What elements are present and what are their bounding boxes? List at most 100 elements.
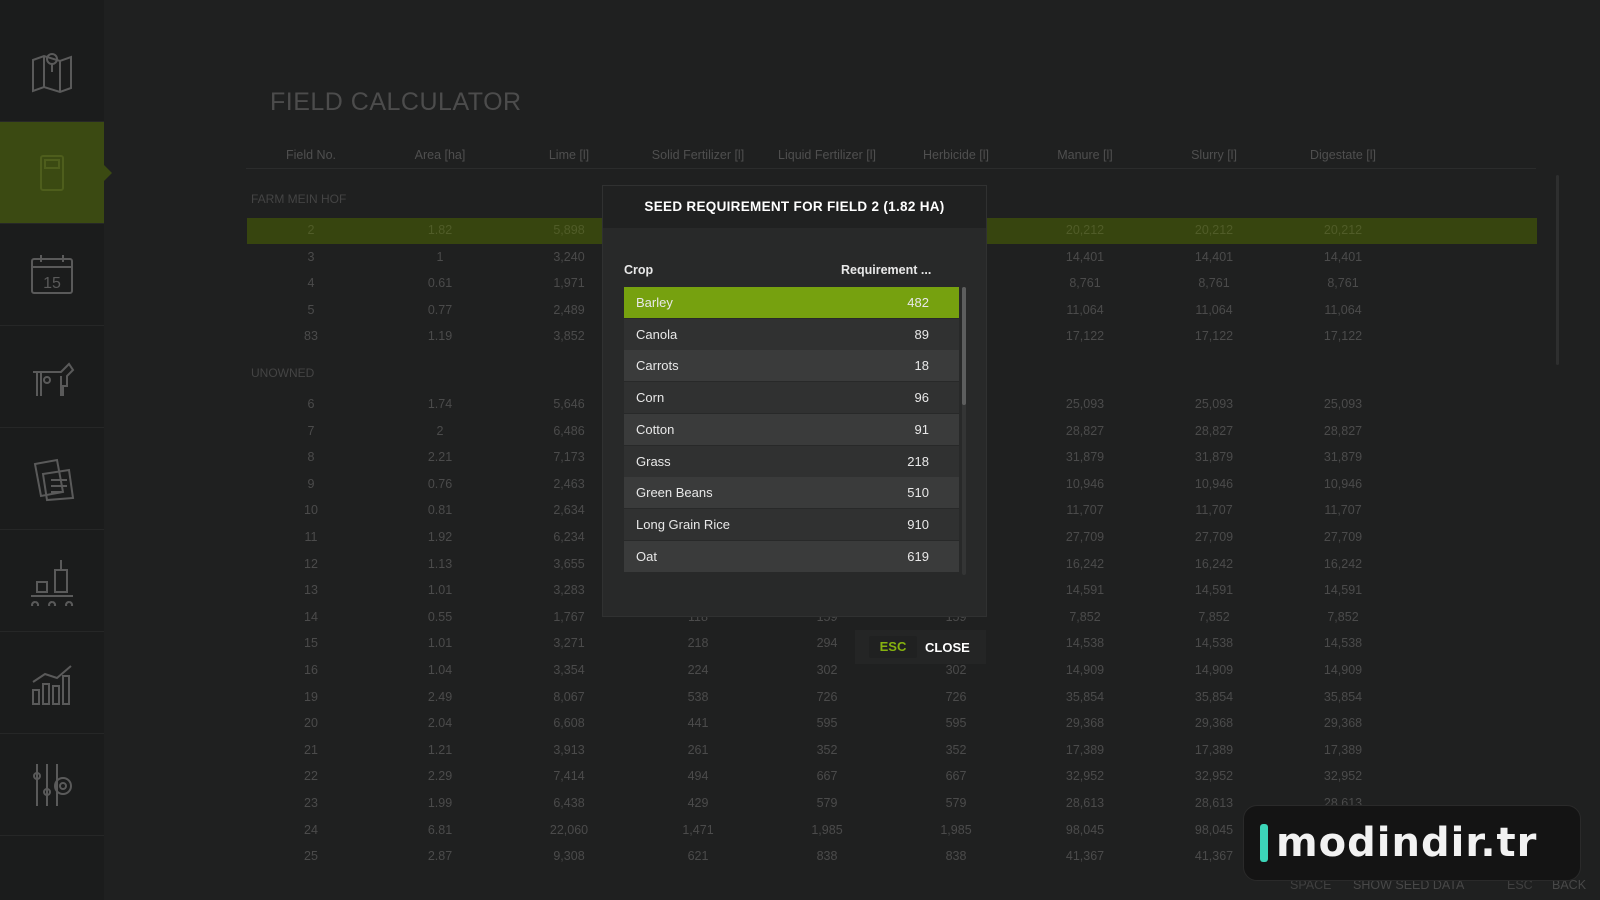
- crop-requirement: 96: [914, 390, 929, 406]
- table-cell: 20,212: [1194, 223, 1234, 237]
- table-cell: 31,879: [1323, 450, 1363, 465]
- calendar-icon: 15: [31, 254, 73, 294]
- table-row[interactable]: 19 2.49 8,067 538 726 726 35,854 35,854 35,854: [247, 685, 1537, 711]
- column-header[interactable]: Lime [l]: [504, 148, 634, 162]
- crop-list-item[interactable]: Corn 96: [624, 382, 959, 414]
- table-cell: 667: [816, 769, 838, 784]
- table-cell: 7,852: [1198, 609, 1230, 624]
- crop-list-item[interactable]: Carrots 18: [624, 350, 959, 382]
- table-cell: 6.81: [427, 822, 453, 837]
- table-row[interactable]: 20 2.04 6,608 441 595 595 29,368 29,368 29,368: [247, 711, 1537, 737]
- table-cell: 27,709: [1065, 530, 1105, 544]
- table-cell: 15: [304, 636, 318, 651]
- column-header[interactable]: Manure [l]: [1020, 148, 1150, 162]
- table-cell: 14,909: [1065, 663, 1105, 677]
- table-cell: 11,064: [1066, 302, 1104, 317]
- crop-name: Corn: [636, 390, 665, 406]
- table-cell: 441: [687, 716, 709, 731]
- table-cell: 12: [304, 556, 318, 571]
- crop-list-item[interactable]: Barley 482: [624, 287, 959, 318]
- table-cell: 14,401: [1323, 249, 1363, 264]
- table-cell: 11: [304, 530, 318, 544]
- sidebar-item-map[interactable]: [0, 20, 104, 122]
- table-cell: 17,389: [1065, 742, 1105, 757]
- table-cell: 29,368: [1065, 716, 1105, 731]
- column-header-crop: Crop: [624, 263, 654, 277]
- table-cell: 1.74: [427, 397, 453, 411]
- table-cell: 2.04: [427, 716, 453, 731]
- sidebar-item-settings[interactable]: [0, 734, 104, 836]
- sidebar-item-production[interactable]: [0, 530, 104, 632]
- close-label: CLOSE: [925, 639, 970, 655]
- sidebar-item-statistics[interactable]: [0, 632, 104, 734]
- crop-list-item[interactable]: Cotton 91: [624, 413, 959, 445]
- crop-name: Long Grain Rice: [636, 516, 730, 532]
- table-cell: 25,093: [1194, 397, 1234, 411]
- crop-list-item[interactable]: Long Grain Rice 910: [624, 508, 959, 540]
- table-cell: 0.55: [427, 609, 453, 624]
- table-cell: 6,608: [553, 716, 585, 731]
- table-cell: 14,591: [1194, 583, 1234, 598]
- header-divider: [246, 168, 1536, 169]
- sidebar-item-calculator[interactable]: [0, 122, 112, 224]
- seed-requirement-dialog: SEED REQUIREMENT FOR FIELD 2 (1.82 HA) C…: [603, 186, 986, 616]
- watermark-bar: [1260, 824, 1268, 862]
- table-cell: 20,212: [1065, 223, 1105, 237]
- table-cell: 352: [816, 742, 838, 757]
- crop-list-item[interactable]: Grass 218: [624, 445, 959, 477]
- crop-requirement: 218: [907, 453, 929, 469]
- table-cell: 494: [687, 769, 709, 784]
- watermark-text: modindir.tr: [1276, 820, 1538, 866]
- table-cell: 538: [687, 689, 709, 704]
- table-cell: 14,401: [1065, 249, 1105, 264]
- table-cell: 1.01: [427, 583, 453, 598]
- scrollbar-thumb[interactable]: [962, 287, 966, 405]
- column-header[interactable]: Solid Fertilizer [l]: [633, 148, 763, 162]
- table-cell: 7: [307, 423, 315, 438]
- column-header[interactable]: Area [ha]: [375, 148, 505, 162]
- table-cell: 28,827: [1065, 423, 1105, 438]
- table-cell: 2: [307, 223, 315, 237]
- contracts-icon: [33, 458, 75, 501]
- table-cell: 35,854: [1323, 689, 1363, 704]
- dialog-title: SEED REQUIREMENT FOR FIELD 2 (1.82 HA): [603, 186, 986, 228]
- close-button[interactable]: ESC CLOSE: [855, 630, 986, 664]
- column-header[interactable]: Field No.: [246, 148, 376, 162]
- table-cell: 16,242: [1194, 556, 1234, 571]
- table-cell: 579: [816, 796, 838, 810]
- table-cell: 7,414: [553, 769, 585, 784]
- crop-list-scrollbar[interactable]: [962, 287, 966, 575]
- table-cell: 8,761: [1198, 276, 1230, 291]
- sidebar-item-calendar[interactable]: 15: [0, 224, 104, 326]
- column-header[interactable]: Digestate [l]: [1278, 148, 1408, 162]
- table-cell: 8: [307, 450, 315, 465]
- active-indicator: [104, 164, 112, 181]
- table-scrollbar[interactable]: [1556, 175, 1559, 365]
- table-cell: 0.61: [427, 276, 453, 291]
- table-cell: 14: [304, 609, 318, 624]
- table-cell: 28,827: [1194, 423, 1234, 438]
- column-header[interactable]: Herbicide [l]: [891, 148, 1021, 162]
- table-cell: 14,538: [1194, 636, 1234, 651]
- crop-list-item[interactable]: Canola 89: [624, 318, 959, 350]
- table-cell: 10: [304, 503, 318, 518]
- column-header[interactable]: Slurry [l]: [1149, 148, 1279, 162]
- table-cell: 16,242: [1323, 556, 1363, 571]
- crop-list-item[interactable]: Green Beans 510: [624, 477, 959, 509]
- table-cell: 41,367: [1065, 849, 1105, 864]
- column-header[interactable]: Liquid Fertilizer [l]: [762, 148, 892, 162]
- table-cell: 17,389: [1194, 742, 1234, 757]
- sidebar-item-animals[interactable]: [0, 326, 104, 428]
- table-cell: 667: [945, 769, 967, 784]
- page-title: FIELD CALCULATOR: [270, 88, 522, 116]
- table-cell: 17,122: [1323, 329, 1363, 344]
- crop-list-item[interactable]: Oat 619: [624, 540, 959, 572]
- table-cell: 16: [304, 663, 318, 677]
- table-row[interactable]: 22 2.29 7,414 494 667 667 32,952 32,952 32,952: [247, 764, 1537, 790]
- table-cell: 3: [307, 249, 315, 264]
- table-cell: 25,093: [1323, 397, 1363, 411]
- sidebar-item-contracts[interactable]: [0, 428, 104, 530]
- table-row[interactable]: 21 1.21 3,913 261 352 352 17,389 17,389 17,389: [247, 738, 1537, 764]
- table-cell: 1.99: [427, 796, 453, 810]
- table-cell: 726: [945, 689, 967, 704]
